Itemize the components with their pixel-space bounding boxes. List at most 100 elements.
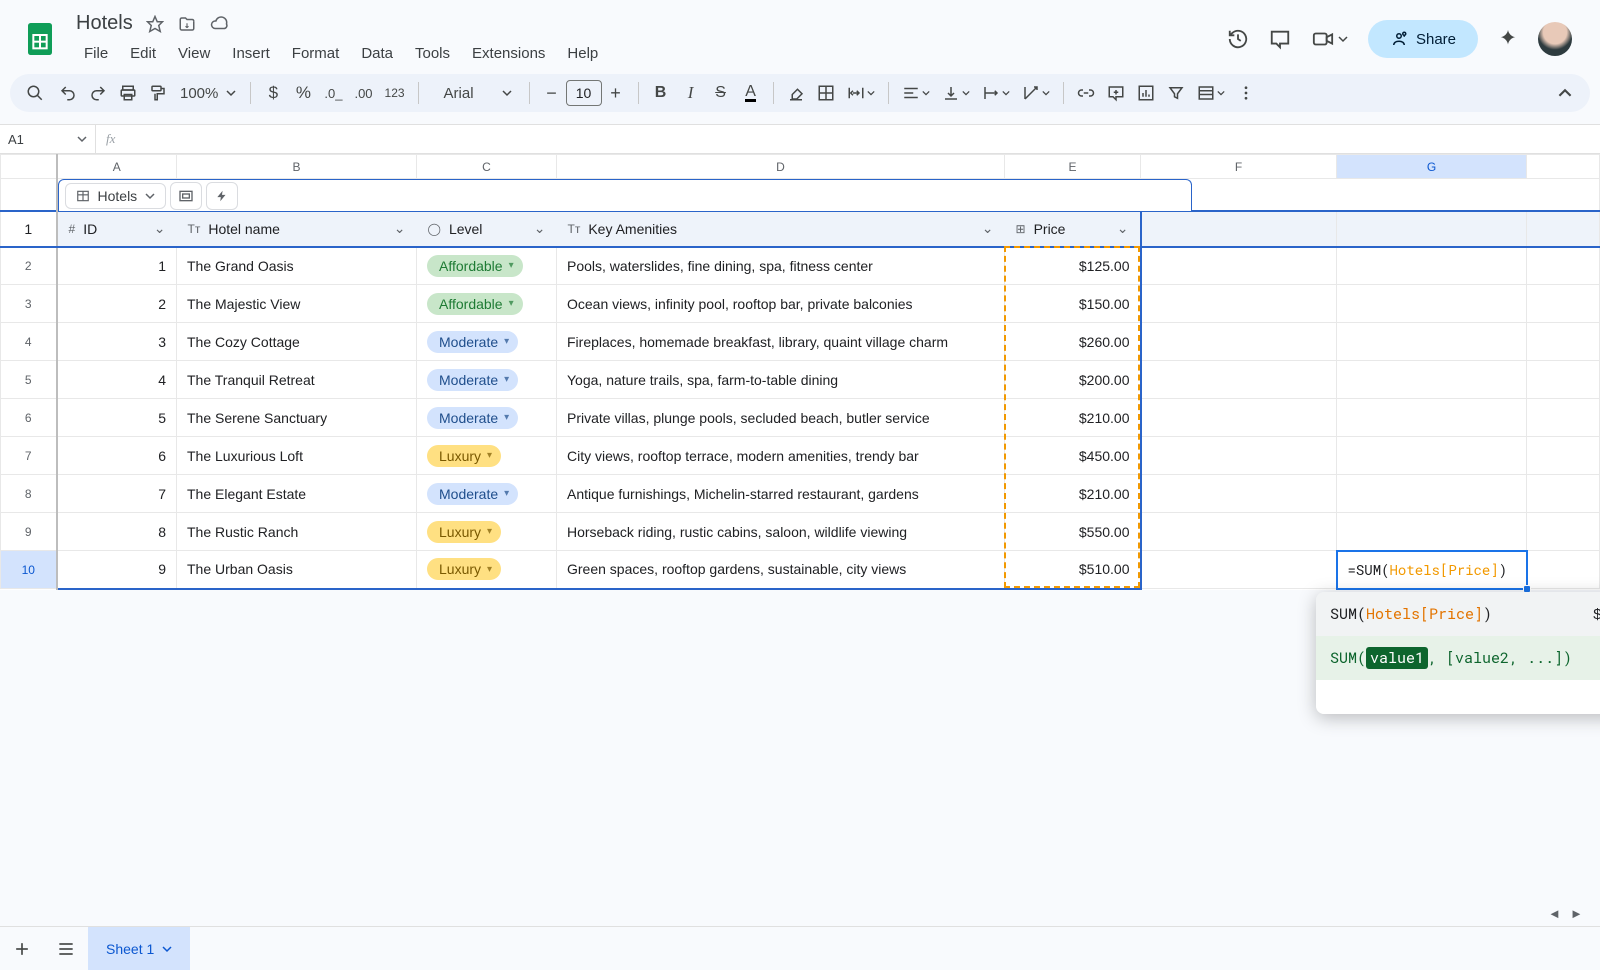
menu-extensions[interactable]: Extensions [462,39,555,68]
more-icon[interactable] [1316,680,1600,714]
scroll-left-icon[interactable]: ◄ [1548,906,1564,922]
cell[interactable]: =SUM(Hotels[Price]) [1337,551,1527,589]
cell[interactable]: Fireplaces, homemade breakfast, library,… [557,323,1005,361]
suggestion-syntax[interactable]: SUM(value1, [value2, ...]) ⌄ [1316,636,1600,680]
expand-table-icon[interactable] [170,182,202,210]
cell[interactable] [1337,437,1527,475]
cell[interactable]: The Urban Oasis [177,551,417,589]
increase-font-icon[interactable]: + [602,78,630,108]
add-sheet-icon[interactable] [0,927,44,970]
cell[interactable]: The Serene Sanctuary [177,399,417,437]
cell[interactable] [1527,399,1600,437]
formula-bar[interactable] [125,125,1600,153]
cell[interactable] [1527,437,1600,475]
font-dropdown-icon[interactable] [493,78,521,108]
row-4[interactable]: 4 [1,323,57,361]
table-actions-icon[interactable] [206,182,238,210]
borders-icon[interactable] [812,78,840,108]
gemini-icon[interactable] [1496,27,1520,51]
col-A[interactable]: A [57,155,177,179]
cell[interactable]: $450.00 [1005,437,1141,475]
cell[interactable] [1337,247,1527,285]
merge-icon[interactable] [842,78,880,108]
level-pill[interactable]: Luxury▾ [427,558,501,580]
sheets-logo[interactable] [18,19,62,59]
level-pill[interactable]: Luxury▾ [427,521,501,543]
history-icon[interactable] [1226,27,1250,51]
cell[interactable] [1527,551,1600,589]
col-C[interactable]: C [417,155,557,179]
halign-icon[interactable] [897,78,935,108]
scroll-right-icon[interactable]: ► [1570,906,1586,922]
cell[interactable]: Moderate▾ [417,399,557,437]
cell[interactable] [1527,285,1600,323]
doc-title[interactable]: Hotels [76,12,133,35]
col-D[interactable]: D [557,155,1005,179]
cell[interactable] [1337,285,1527,323]
col-F[interactable]: F [1141,155,1337,179]
cell[interactable]: Horseback riding, rustic cabins, saloon,… [557,513,1005,551]
cell[interactable]: $125.00 [1005,247,1141,285]
valign-icon[interactable] [937,78,975,108]
cell[interactable]: $200.00 [1005,361,1141,399]
cell[interactable] [1141,361,1337,399]
more-icon[interactable] [1232,78,1260,108]
insert-chart-icon[interactable] [1132,78,1160,108]
cell[interactable] [1527,323,1600,361]
cell[interactable] [1141,513,1337,551]
row-3[interactable]: 3 [1,285,57,323]
menu-edit[interactable]: Edit [120,39,166,68]
cell[interactable] [1527,475,1600,513]
row-8[interactable]: 8 [1,475,57,513]
chevron-down-icon[interactable]: ⌄ [1117,220,1129,237]
insert-comment-icon[interactable] [1102,78,1130,108]
cell[interactable] [1337,323,1527,361]
row-1[interactable]: 1 [1,211,57,247]
menu-view[interactable]: View [168,39,220,68]
chevron-down-icon[interactable]: ⌄ [394,220,406,237]
wrap-icon[interactable] [977,78,1015,108]
cell[interactable]: Pools, waterslides, fine dining, spa, fi… [557,247,1005,285]
chevron-down-icon[interactable]: ⌄ [534,220,546,237]
cell[interactable]: The Luxurious Loft [177,437,417,475]
cell[interactable]: 6 [57,437,177,475]
currency-icon[interactable]: $ [259,78,287,108]
search-icon[interactable] [18,78,52,108]
paint-format-icon[interactable] [144,78,172,108]
row-7[interactable]: 7 [1,437,57,475]
cell[interactable] [1337,399,1527,437]
table-view-icon[interactable] [1192,78,1230,108]
row-9[interactable]: 9 [1,513,57,551]
row-2[interactable]: 2 [1,247,57,285]
star-icon[interactable] [145,14,165,34]
font-select[interactable]: Arial [427,78,491,108]
menu-file[interactable]: File [74,39,118,68]
level-pill[interactable]: Luxury▾ [427,445,501,467]
cell[interactable]: 2 [57,285,177,323]
cell[interactable]: Private villas, plunge pools, secluded b… [557,399,1005,437]
cell[interactable]: 9 [57,551,177,589]
meet-icon[interactable] [1310,27,1350,51]
cell[interactable]: The Cozy Cottage [177,323,417,361]
sheet-tab[interactable]: Sheet 1 [88,927,190,970]
font-size-input[interactable]: 10 [566,80,602,106]
name-box[interactable]: A1 [0,125,96,153]
cell[interactable]: Moderate▾ [417,475,557,513]
cell[interactable] [1337,475,1527,513]
cell[interactable]: Moderate▾ [417,361,557,399]
table-chip[interactable]: Hotels [65,183,167,209]
cell[interactable] [1141,247,1337,285]
cell[interactable] [1141,285,1337,323]
suggestion-item[interactable]: SUM(Hotels[Price]) $2,665.00 [1316,592,1600,636]
menu-insert[interactable]: Insert [222,39,280,68]
cell[interactable] [1141,399,1337,437]
cell[interactable]: Moderate▾ [417,323,557,361]
strike-icon[interactable]: S [707,78,735,108]
cell[interactable] [1337,513,1527,551]
cell[interactable]: The Grand Oasis [177,247,417,285]
level-pill[interactable]: Moderate▾ [427,407,518,429]
rotate-icon[interactable] [1017,78,1055,108]
cell[interactable]: Affordable▾ [417,285,557,323]
undo-icon[interactable] [54,78,82,108]
cell[interactable] [1337,361,1527,399]
